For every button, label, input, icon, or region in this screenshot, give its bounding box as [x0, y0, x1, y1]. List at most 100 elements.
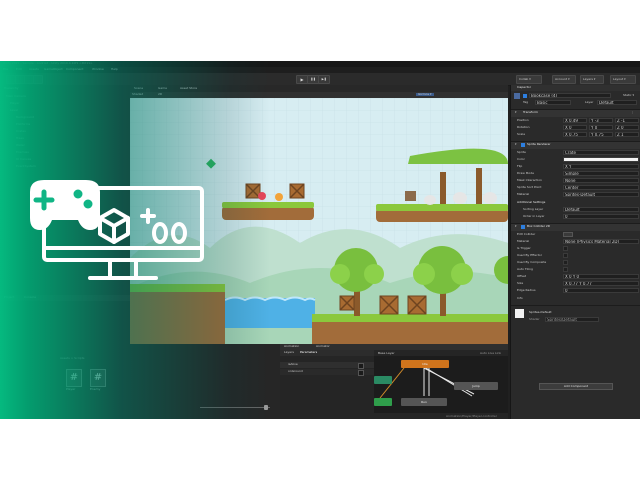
position-y[interactable]: Y -3	[589, 118, 613, 123]
component-menu-icon[interactable]: ⋮	[631, 111, 634, 114]
field-label: Sprite	[517, 150, 526, 154]
position-z[interactable]: Z -1	[615, 118, 639, 123]
layer-dropdown[interactable]: Default	[597, 100, 637, 105]
edit-collider-row: Edit Collider	[511, 232, 640, 238]
bottom-background	[0, 419, 640, 480]
field-label: Draw Mode	[517, 171, 534, 175]
field-label: Sprite Sort Point	[517, 185, 542, 189]
scale-row: Scale X 0.75 Y 0.75 Z 1	[511, 132, 640, 138]
collapse-arrow-icon[interactable]: ▾	[515, 225, 517, 228]
transform-title: Transform	[523, 110, 538, 114]
state-jump[interactable]: Jump	[454, 382, 498, 390]
scale-x[interactable]: X 0.75	[563, 132, 587, 137]
gizmos-dropdown[interactable]: Gizmos ▾	[416, 93, 434, 96]
param-onground: onGround	[288, 369, 303, 373]
param-row[interactable]: onGround	[280, 369, 374, 376]
position-row: Position X 0.49 Y -3 Z -1	[511, 118, 640, 124]
order-in-layer-field[interactable]: 0	[563, 214, 639, 219]
field-label: Color	[517, 157, 525, 161]
enabled-checkbox[interactable]	[521, 143, 525, 147]
inspector-field-row: Sprite Crate	[511, 150, 640, 156]
material-preview-icon	[515, 309, 524, 318]
field-value[interactable]: X 0 Y 0	[563, 274, 639, 279]
inspector-field-row: Material None (Physics Material 2D)	[511, 239, 640, 245]
state-run[interactable]: Run	[401, 398, 447, 406]
info-foldout[interactable]: Info	[517, 297, 523, 300]
field-value[interactable]	[563, 260, 568, 265]
rotation-x[interactable]: X 0	[563, 125, 587, 130]
field-value[interactable]: Center	[563, 185, 639, 190]
inspector-field-row: Color	[511, 157, 640, 163]
collapse-arrow-icon[interactable]: ▾	[515, 111, 517, 114]
sorting-layer-row: Sorting Layer Default	[511, 207, 640, 213]
box-collider-title: Box Collider 2D	[527, 224, 551, 228]
collab-dropdown[interactable]: Collab ▾	[516, 75, 542, 84]
state-idle[interactable]: Idle	[401, 360, 449, 368]
add-component-button[interactable]: Add Component	[539, 383, 613, 390]
state-any[interactable]	[374, 398, 392, 406]
field-value[interactable]	[563, 267, 568, 272]
scale-z[interactable]: Z 1	[615, 132, 639, 137]
inspector-field-row: Material Sprites-Default	[511, 192, 640, 198]
field-label: Used By Composite	[517, 260, 547, 264]
tag-layer-row: Tag Basic Layer Default	[511, 100, 640, 106]
scale-y[interactable]: Y 0.75	[589, 132, 613, 137]
field-value[interactable]: Simple	[563, 171, 639, 176]
tab-parameters[interactable]: Parameters	[300, 351, 317, 354]
sorting-layer-dropdown[interactable]: Default	[563, 207, 639, 212]
field-label: Auto Tiling	[517, 267, 533, 271]
sprite-renderer-header[interactable]: ▾ Sprite Renderer	[511, 141, 640, 149]
tab-inspector[interactable]: Inspector	[517, 86, 531, 89]
edit-collider-label: Edit Collider	[517, 232, 536, 236]
sprite-renderer-title: Sprite Renderer	[527, 142, 551, 146]
inspector-field-row: Size X 0.77 Y 0.77	[511, 281, 640, 287]
field-label: Edge Radius	[517, 288, 536, 292]
box-collider-header[interactable]: ▾ Box Collider 2D	[511, 223, 640, 231]
divider	[511, 305, 640, 306]
collapse-arrow-icon[interactable]: ▾	[515, 143, 517, 146]
active-checkbox[interactable]	[523, 94, 527, 98]
param-row[interactable]: isAlive	[280, 362, 374, 369]
state-graph[interactable]: Idle Jump Run	[374, 356, 508, 413]
state-entry[interactable]	[374, 376, 392, 384]
field-value[interactable]: X Y	[563, 164, 639, 169]
field-value[interactable]	[563, 246, 568, 251]
tag-dropdown[interactable]: Basic	[535, 100, 571, 105]
field-value[interactable]	[563, 157, 639, 162]
material-name: Sprites-Default	[529, 310, 552, 314]
gameobject-icon	[514, 93, 520, 99]
step-button[interactable]: ▶❚	[318, 75, 330, 84]
object-name-field[interactable]: Bookcase (4)	[529, 93, 611, 98]
controller-path: Animation/Player/Player.controller	[446, 414, 497, 418]
auto-live-link[interactable]: Auto Live Link	[480, 352, 501, 355]
tab-animation[interactable]: Animation	[284, 345, 299, 348]
shader-dropdown[interactable]: Sprites/Default	[545, 317, 599, 322]
gamepad-monitor-icon	[30, 180, 204, 280]
additional-settings-foldout[interactable]: Additional Settings	[517, 201, 545, 204]
layer-label: Layer	[585, 100, 594, 104]
layers-dropdown[interactable]: Layers ▾	[580, 75, 604, 84]
rotation-z[interactable]: Z 0	[615, 125, 639, 130]
tab-animator[interactable]: Animator	[316, 345, 330, 348]
field-value[interactable]: X 0.77 Y 0.77	[563, 281, 639, 286]
inspector-field-row: Edge Radius 0	[511, 288, 640, 294]
layout-dropdown[interactable]: Layout ▾	[610, 75, 636, 84]
tab-layers[interactable]: Layers	[284, 351, 294, 354]
field-value[interactable]: None	[563, 178, 639, 183]
enabled-checkbox[interactable]	[521, 225, 525, 229]
field-value[interactable]: Sprites-Default	[563, 192, 639, 197]
field-value[interactable]: 0	[563, 288, 639, 293]
field-value[interactable]: None (Physics Material 2D)	[563, 239, 639, 244]
rotation-label: Rotation	[517, 125, 530, 129]
edit-collider-button[interactable]	[563, 232, 573, 237]
param-checkbox[interactable]	[358, 370, 364, 376]
field-value[interactable]: Crate	[563, 150, 639, 155]
transform-header[interactable]: ▾ Transform ⋮	[511, 109, 640, 117]
field-value[interactable]	[563, 253, 568, 258]
position-x[interactable]: X 0.49	[563, 118, 587, 123]
animator-panel: Animation Animator Layers Parameters Bas…	[280, 344, 508, 419]
sorting-layer-label: Sorting Layer	[523, 207, 544, 211]
account-dropdown[interactable]: Account ▾	[552, 75, 576, 84]
static-dropdown[interactable]: Static ▾	[623, 94, 634, 97]
rotation-y[interactable]: Y 0	[589, 125, 613, 130]
